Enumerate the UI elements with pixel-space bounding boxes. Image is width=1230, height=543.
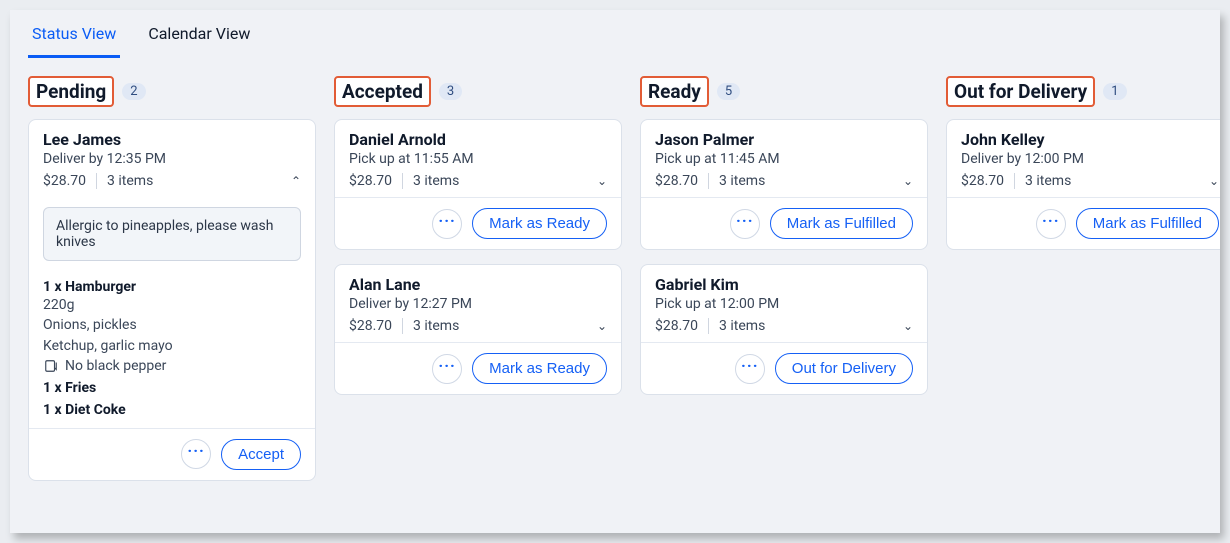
- order-card: Lee James Deliver by 12:35 PM $28.70 3 i…: [28, 119, 316, 481]
- due-text: Deliver by 12:00 PM: [961, 151, 1219, 167]
- column-out-for-delivery: Out for Delivery 1 John Kelley Deliver b…: [946, 76, 1220, 264]
- mark-ready-button[interactable]: Mark as Ready: [472, 353, 607, 384]
- line-items: 1 x Hamburger 220g Onions, pickles Ketch…: [29, 269, 315, 428]
- meta-divider: [708, 173, 709, 189]
- line-item-detail: 220g: [43, 295, 301, 315]
- column-pending: Pending 2 Lee James Deliver by 12:35 PM …: [28, 76, 316, 495]
- price: $28.70: [655, 318, 698, 334]
- count-badge: 1: [1103, 83, 1126, 100]
- line-item-title: 1 x Fries: [43, 380, 301, 396]
- more-actions-button[interactable]: ···: [432, 209, 462, 239]
- more-actions-button[interactable]: ···: [730, 209, 760, 239]
- more-actions-button[interactable]: ···: [735, 354, 765, 384]
- ellipsis-icon: ···: [438, 213, 455, 229]
- items-count: 3 items: [719, 173, 765, 189]
- line-item-detail: Ketchup, garlic mayo: [43, 336, 301, 356]
- meta-divider: [96, 173, 97, 189]
- due-text: Pick up at 12:00 PM: [655, 296, 913, 312]
- price: $28.70: [43, 173, 86, 189]
- line-item-title: 1 x Diet Coke: [43, 402, 301, 418]
- column-header: Out for Delivery 1: [946, 76, 1220, 107]
- more-actions-button[interactable]: ···: [1036, 209, 1066, 239]
- order-board: Status View Calendar View Pending 2 Lee …: [10, 10, 1220, 533]
- customer-name: Jason Palmer: [655, 130, 913, 149]
- mark-fulfilled-button[interactable]: Mark as Fulfilled: [1076, 208, 1219, 239]
- price: $28.70: [349, 318, 392, 334]
- order-card: John Kelley Deliver by 12:00 PM $28.70 3…: [946, 119, 1220, 250]
- chevron-down-icon[interactable]: ⌄: [597, 319, 607, 333]
- ellipsis-icon: ···: [736, 213, 753, 229]
- items-count: 3 items: [1025, 173, 1071, 189]
- more-actions-button[interactable]: ···: [181, 439, 211, 469]
- count-badge: 2: [122, 83, 145, 100]
- due-text: Deliver by 12:35 PM: [43, 151, 301, 167]
- column-header: Ready 5: [640, 76, 928, 107]
- meta-divider: [708, 318, 709, 334]
- line-item-detail: Onions, pickles: [43, 315, 301, 335]
- price: $28.70: [349, 173, 392, 189]
- due-text: Pick up at 11:45 AM: [655, 151, 913, 167]
- order-card: Alan Lane Deliver by 12:27 PM $28.70 3 i…: [334, 264, 622, 395]
- items-count: 3 items: [719, 318, 765, 334]
- column-title: Ready: [640, 76, 709, 107]
- mark-fulfilled-button[interactable]: Mark as Fulfilled: [770, 208, 913, 239]
- line-item-title: 1 x Hamburger: [43, 279, 301, 295]
- tab-status-view[interactable]: Status View: [28, 18, 120, 58]
- columns-container: Pending 2 Lee James Deliver by 12:35 PM …: [10, 58, 1220, 513]
- price: $28.70: [655, 173, 698, 189]
- view-tabs: Status View Calendar View: [10, 10, 1220, 58]
- accept-button[interactable]: Accept: [221, 439, 301, 470]
- chevron-down-icon[interactable]: ⌄: [903, 174, 913, 188]
- order-note: Allergic to pineapples, please wash kniv…: [43, 207, 301, 261]
- out-for-delivery-button[interactable]: Out for Delivery: [775, 353, 913, 384]
- more-actions-button[interactable]: ···: [432, 354, 462, 384]
- customer-name: Gabriel Kim: [655, 275, 913, 294]
- customer-name: Alan Lane: [349, 275, 607, 294]
- due-text: Deliver by 12:27 PM: [349, 296, 607, 312]
- ellipsis-icon: ···: [741, 358, 758, 374]
- customer-name: Lee James: [43, 130, 301, 149]
- tab-calendar-view[interactable]: Calendar View: [144, 18, 254, 58]
- ellipsis-icon: ···: [1042, 213, 1059, 229]
- meta-divider: [402, 173, 403, 189]
- note-icon: [43, 358, 59, 374]
- column-title: Pending: [28, 76, 114, 107]
- chevron-down-icon[interactable]: ⌄: [597, 174, 607, 188]
- chevron-down-icon[interactable]: ⌄: [903, 319, 913, 333]
- order-card: Gabriel Kim Pick up at 12:00 PM $28.70 3…: [640, 264, 928, 395]
- items-count: 3 items: [107, 173, 153, 189]
- line-item-modifier: No black pepper: [65, 358, 166, 374]
- ellipsis-icon: ···: [438, 358, 455, 374]
- count-badge: 5: [717, 83, 740, 100]
- meta-divider: [1014, 173, 1015, 189]
- price: $28.70: [961, 173, 1004, 189]
- items-count: 3 items: [413, 318, 459, 334]
- mark-ready-button[interactable]: Mark as Ready: [472, 208, 607, 239]
- order-card: Daniel Arnold Pick up at 11:55 AM $28.70…: [334, 119, 622, 250]
- column-ready: Ready 5 Jason Palmer Pick up at 11:45 AM…: [640, 76, 928, 409]
- chevron-down-icon[interactable]: ⌄: [1209, 174, 1219, 188]
- column-title: Out for Delivery: [946, 76, 1095, 107]
- chevron-up-icon[interactable]: ⌃: [291, 174, 301, 188]
- column-header: Accepted 3: [334, 76, 622, 107]
- ellipsis-icon: ···: [187, 443, 204, 459]
- due-text: Pick up at 11:55 AM: [349, 151, 607, 167]
- column-title: Accepted: [334, 76, 431, 107]
- items-count: 3 items: [413, 173, 459, 189]
- count-badge: 3: [439, 83, 462, 100]
- order-card: Jason Palmer Pick up at 11:45 AM $28.70 …: [640, 119, 928, 250]
- customer-name: Daniel Arnold: [349, 130, 607, 149]
- column-header: Pending 2: [28, 76, 316, 107]
- meta-divider: [402, 318, 403, 334]
- column-accepted: Accepted 3 Daniel Arnold Pick up at 11:5…: [334, 76, 622, 409]
- customer-name: John Kelley: [961, 130, 1219, 149]
